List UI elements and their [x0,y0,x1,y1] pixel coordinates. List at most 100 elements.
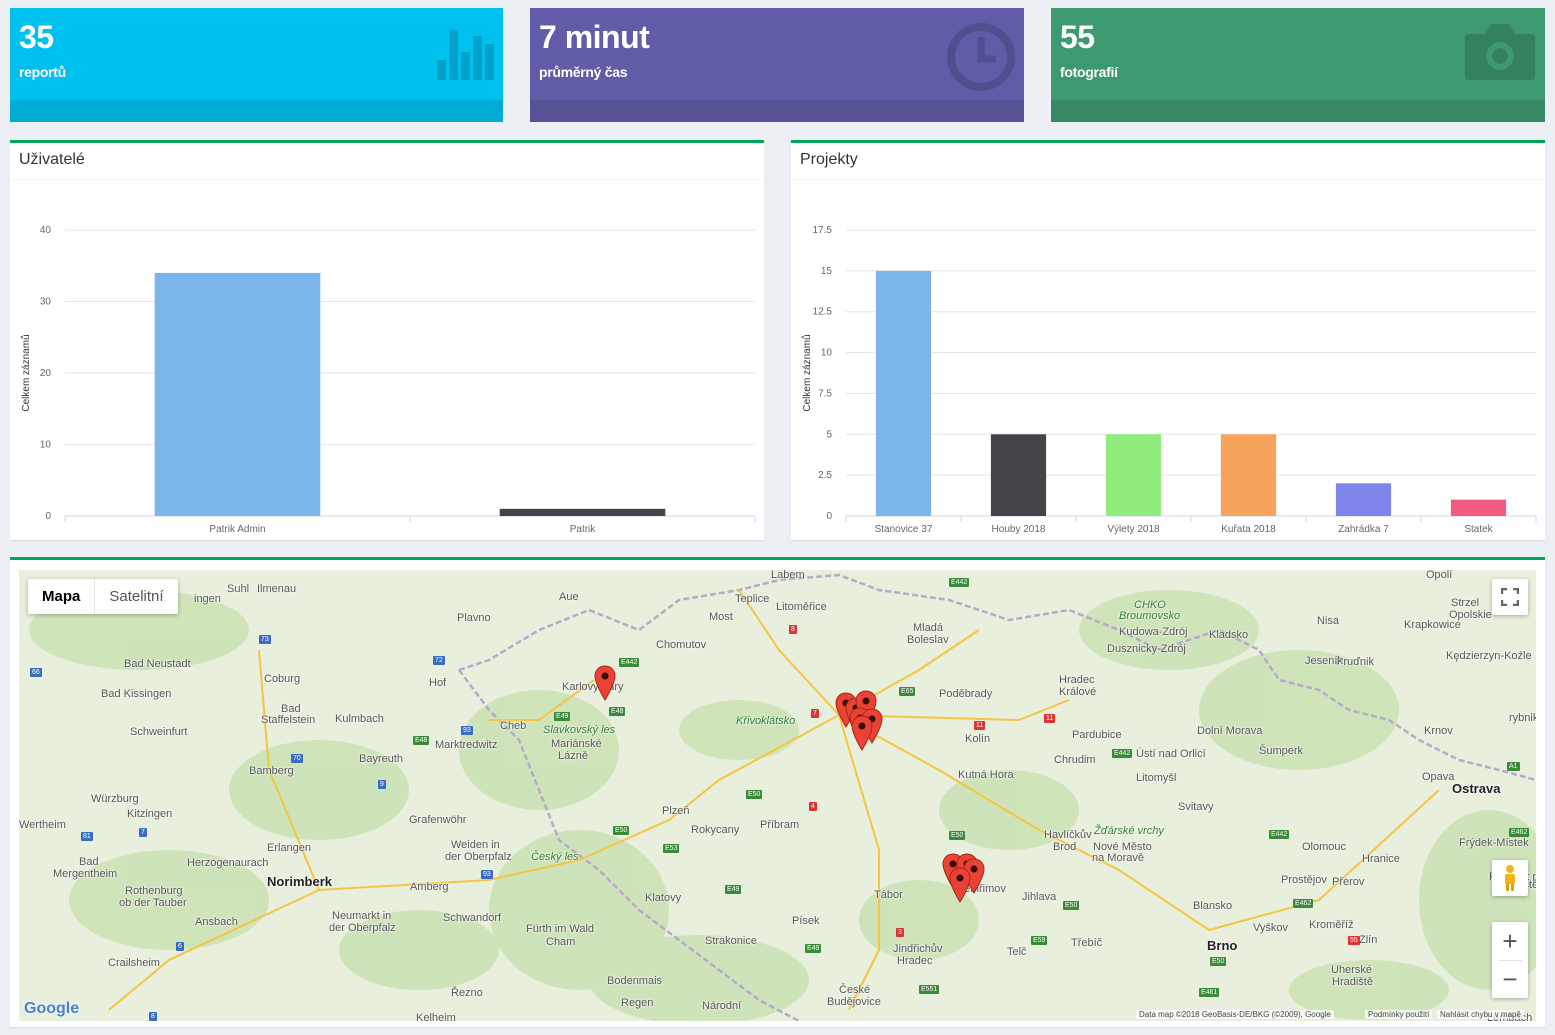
clock-icon [946,22,1016,97]
map-place-label: Blansko [1193,900,1233,912]
map-place-label: Wertheim [19,819,66,831]
map-place-label: Budějovice [827,996,881,1008]
bar[interactable] [154,272,321,516]
map-place-label: Havlíčkův [1044,829,1092,841]
map-place-label: Hradiště [1332,976,1373,988]
map-marker-icon[interactable] [949,867,971,903]
road-shield: 70 [291,754,303,763]
map-type-satellite-button[interactable]: Satelitní [94,579,177,614]
map-marker-icon[interactable] [594,665,616,701]
map-marker-icon[interactable] [851,715,873,751]
x-tick-label: Houby 2018 [992,524,1046,535]
road-shield: E462 [1509,828,1530,837]
map-canvas[interactable]: Suhl Ilmenau ingen Labem Aue Plavno Teplice Lit… [19,570,1536,1021]
map-place-label: Neumarkt in [332,910,392,922]
map-place-label: na Moravě [1092,852,1144,864]
zoom-in-button[interactable]: + [1502,922,1517,960]
map-type-map-button[interactable]: Mapa [28,579,94,614]
map-place-label: Litomyšl [1136,772,1177,784]
map-place-label: Kitzingen [127,808,173,820]
map-place-label: Nisa [1317,615,1340,627]
map-place-label: Litoměřice [776,601,827,613]
road-shield: 66 [30,668,42,677]
map-place-label: Kroměříž [1309,919,1354,931]
map-place-label: Crailsheim [108,957,160,969]
road-shield: E49 [725,885,742,894]
road-shield: 3 [896,928,904,937]
road-shield: E442 [619,658,640,667]
terms-link[interactable]: Podmínky použití [1365,1010,1433,1019]
y-tick-label: 0 [45,511,51,522]
bar[interactable] [990,434,1047,516]
map-place-label: Zlín [1359,934,1378,946]
google-logo[interactable]: Google [24,1000,79,1018]
road-shield: E53 [663,844,680,853]
road-shield: 7 [811,709,819,718]
map-place-label: Příbram [760,819,800,831]
stat-box-photos: 55 fotografií [1051,8,1545,122]
bar[interactable] [1450,499,1507,516]
map-place-label: Strzel [1451,597,1480,609]
street-view-pegman-button[interactable] [1492,860,1528,896]
map-place-label: Kutná Hora [958,769,1014,781]
bar[interactable] [875,270,932,516]
bar[interactable] [1335,483,1392,516]
y-tick-label: 40 [40,225,52,236]
map-place-label: Chomutov [656,639,707,651]
map-place-label: Jihlava [1022,891,1057,903]
map-place-label: Broumovsko [1119,610,1181,622]
road-shield: 7 [139,828,147,837]
bar[interactable] [499,508,666,516]
map-place-label: Most [709,611,733,623]
map-place-label: Poděbrady [939,688,993,700]
map-place-label: Bodenmais [607,975,663,987]
map-place-label: Labem [771,570,805,581]
fullscreen-button[interactable] [1492,579,1528,615]
map-place-label: Bamberg [249,765,294,777]
map-place-label: Krapkowice [1404,619,1461,631]
map-place-label: Prostějov [1281,874,1327,886]
stat-label: reportů [19,64,66,80]
map-place-label: Klatovy [645,892,682,904]
road-shield: E48 [413,736,430,745]
map-place-label: Strakonice [705,935,757,947]
map-place-label: Králové [1059,686,1097,698]
map-place-label: ingen [194,593,221,605]
stat-footer [530,100,1024,122]
road-shield: E48 [609,707,626,716]
stat-value: 7 minut [539,19,650,55]
report-error-link[interactable]: Nahlásit chybu v mapě [1437,1010,1524,1019]
map-place-label: rybnik [1509,712,1536,724]
map-place-label: Kelheim [416,1012,456,1022]
road-shield: 9 [378,780,386,789]
map-place-label: Ilmenau [257,583,297,595]
users-bar-chart: 0 10 20 30 40 Celkem záznamů Patrik Admin Patri… [20,225,756,535]
map-place-label: Dolní Morava [1197,725,1263,737]
map-place-label: Chrudim [1054,754,1096,766]
map-place-label: Staffelstein [261,714,316,726]
map-place-label: Dusznicky-Zdrój [1107,643,1186,655]
y-tick-label: 2.5 [818,470,832,481]
map-place-label: Národní [702,1000,742,1012]
bar[interactable] [1105,434,1162,516]
y-tick-label: 30 [40,297,52,308]
x-tick-label: Výlety 2018 [1107,524,1160,535]
bar[interactable] [1220,434,1277,516]
users-chart-box: Uživatelé 0 10 20 30 40 Celkem záznamů Patrik … [10,140,764,540]
users-chart: 0 10 20 30 40 Celkem záznamů Patrik Admin Patri… [10,180,764,540]
y-tick-label: 10 [40,440,52,451]
bar-chart-icon [435,22,495,87]
map-box: Suhl Ilmenau ingen Labem Aue Plavno Teplice Lit… [10,557,1545,1027]
map-terrain [19,570,1536,1021]
x-tick-label: Patrik Admin [209,524,265,535]
map-place-label: Vyškov [1253,922,1289,934]
road-shield: A1 [1507,762,1520,771]
map-place-label: Brod [1053,841,1077,853]
stat-footer [10,100,503,122]
map-place-label: Lázně [558,750,588,762]
zoom-out-button[interactable]: − [1502,961,1517,998]
road-shield: E65 [899,687,916,696]
map-type-control: Mapa Satelitní [28,579,178,614]
map-place-label: Schweinfurt [130,726,188,738]
map-place-label: Kladsko [1209,629,1249,641]
